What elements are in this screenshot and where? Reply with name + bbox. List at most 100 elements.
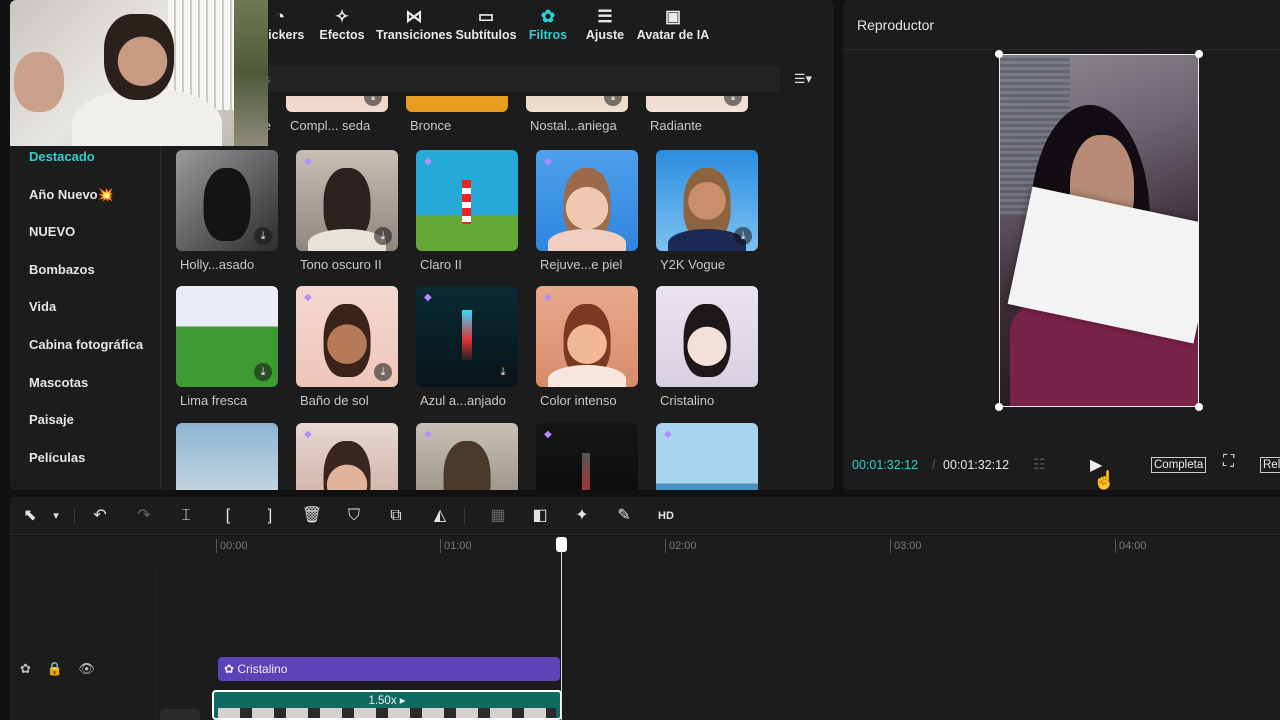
ruler-label: 01:00 <box>444 540 472 552</box>
sidebar-item-paisaje[interactable]: Paisaje <box>10 403 160 441</box>
filter-card-holly[interactable]: ⤓ Holly...asado <box>176 150 278 272</box>
mouse-cursor-icon: ☝ <box>1093 470 1116 490</box>
search-input[interactable]: s <box>260 66 780 92</box>
split-icon[interactable]: ⌶ <box>174 504 198 528</box>
redo-icon[interactable]: ↷ <box>132 504 156 528</box>
adjust-icon: ☰ <box>597 7 613 26</box>
tab-filtros[interactable]: ✿ Filtros <box>522 6 574 48</box>
tab-ajuste[interactable]: ☰ Ajuste <box>580 6 630 48</box>
resize-handle[interactable] <box>1195 50 1203 58</box>
filter-card[interactable]: ⤓ Radiante <box>646 96 748 133</box>
sidebar-item-mascotas[interactable]: Mascotas <box>10 366 160 404</box>
undo-icon[interactable]: ↶ <box>88 504 112 528</box>
tab-avatar-ia[interactable]: ▣ Avatar de IA <box>636 6 710 48</box>
ruler-label: 00:00 <box>220 540 248 552</box>
filter-card-color-intenso[interactable]: ◆ Color intenso <box>536 286 638 408</box>
remove-background-icon[interactable]: ▦ <box>486 504 510 528</box>
track-header <box>10 568 156 720</box>
crop-icon[interactable]: ⧉ <box>384 504 408 528</box>
lock-icon[interactable]: 🔒 <box>47 661 63 676</box>
chevron-down-icon[interactable]: ▾ <box>44 504 68 528</box>
filter-card[interactable]: ◆ <box>416 423 518 490</box>
screenshot-icon[interactable]: ⛶ <box>1223 453 1234 471</box>
filter-card[interactable]: ◆ <box>536 423 638 490</box>
tab-efectos[interactable]: ✧ Efectos <box>312 6 372 48</box>
category-tabbar: ◔ Stickers ✧ Efectos ⋈ Transiciones ▭ Su… <box>250 0 834 52</box>
select-tool-icon[interactable]: ⬉ <box>18 504 42 528</box>
filter-card[interactable]: ◆ <box>656 423 758 490</box>
filter-card-y2k[interactable]: ⤓ Y2K Vogue <box>656 150 758 272</box>
sidebar-item-vida[interactable]: Vida <box>10 290 160 328</box>
resize-handle[interactable] <box>995 403 1003 411</box>
sort-filter-icon[interactable]: ☰▾ <box>786 66 820 92</box>
ai-effect-icon[interactable]: ✦ <box>570 504 594 528</box>
ruler-label: 02:00 <box>669 540 697 552</box>
premium-gem-icon: ◆ <box>664 429 672 440</box>
video-preview[interactable] <box>999 54 1199 407</box>
hd-icon[interactable]: HD <box>654 504 678 528</box>
video-editor-app: ◔ Stickers ✧ Efectos ⋈ Transiciones ▭ Su… <box>0 0 1280 720</box>
filters-icon: ✿ <box>540 7 556 26</box>
sidebar-item-bombazos[interactable]: Bombazos <box>10 253 160 291</box>
sidebar-item-cabina[interactable]: Cabina fotográfica <box>10 328 160 366</box>
download-icon[interactable]: ⤓ <box>364 96 382 106</box>
magic-wand-icon[interactable]: ✎ <box>612 504 636 528</box>
delete-icon[interactable]: 🗑 <box>300 504 324 528</box>
playhead[interactable] <box>561 542 562 720</box>
download-icon[interactable]: ⤓ <box>494 363 512 381</box>
video-clip[interactable]: 1.50x ▸ <box>212 690 562 720</box>
download-icon[interactable]: ⤓ <box>724 96 742 106</box>
filter-card[interactable]: ◆ <box>296 423 398 490</box>
timeline-toolbar: ⬉ ▾ ↶ ↷ ⌶ [ ] 🗑 ⛉ ⧉ ◭ ▦ ◧ ✦ ✎ HD <box>10 497 1280 535</box>
filter-card-lima[interactable]: ⤓ Lima fresca <box>176 286 278 408</box>
tab-subtitulos[interactable]: ▭ Subtítulos <box>454 6 518 48</box>
filter-card-bano-sol[interactable]: ◆ ⤓ Baño de sol <box>296 286 398 408</box>
fullscreen-button[interactable]: Completa <box>1151 457 1207 473</box>
filter-card[interactable]: ⤓ Compl... seda <box>286 96 388 133</box>
total-time: 00:01:32:12 <box>943 458 1010 472</box>
premium-gem-icon: ◆ <box>304 429 312 440</box>
aspect-ratio-button[interactable]: Rela <box>1260 457 1280 473</box>
resize-handle[interactable] <box>995 50 1003 58</box>
sidebar-item-ano-nuevo[interactable]: Año Nuevo💥 <box>10 178 160 216</box>
filter-card-claro[interactable]: ◆ Claro II <box>416 150 518 272</box>
eye-icon[interactable]: 👁 <box>78 661 95 676</box>
playhead-handle[interactable] <box>556 537 567 552</box>
trim-right-icon[interactable]: ] <box>258 504 282 528</box>
track-controls: ✿ 🔒 👁 <box>20 661 107 677</box>
premium-gem-icon: ◆ <box>424 156 432 167</box>
download-icon[interactable]: ⤓ <box>374 363 392 381</box>
current-time: 00:01:32:12 <box>852 458 919 472</box>
premium-gem-icon: ◆ <box>544 292 552 303</box>
filter-grid: ⤓ te ⤓ Compl... seda Bronce ⤓ Nostal...a… <box>160 96 834 490</box>
sidebar-item-nuevo[interactable]: NUEVO <box>10 215 160 253</box>
download-icon[interactable]: ⤓ <box>374 227 392 245</box>
premium-gem-icon: ◆ <box>544 156 552 167</box>
filter-card-rejuvenecer[interactable]: ◆ Rejuve...e piel <box>536 150 638 272</box>
download-icon[interactable]: ⤓ <box>254 363 272 381</box>
premium-gem-icon: ◆ <box>424 429 432 440</box>
filter-clip-icon: ✿ <box>224 662 238 676</box>
trim-left-icon[interactable]: [ <box>216 504 240 528</box>
subtitles-icon: ▭ <box>477 7 495 26</box>
filter-card[interactable]: Bronce <box>406 96 508 133</box>
filter-card[interactable]: ⤓ Nostal...aniega <box>526 96 628 133</box>
sidebar-item-peliculas[interactable]: Películas <box>10 441 160 479</box>
filter-card-tono-oscuro[interactable]: ◆ ⤓ Tono oscuro II <box>296 150 398 272</box>
mirror-icon[interactable]: ◭ <box>428 504 452 528</box>
tab-transiciones[interactable]: ⋈ Transiciones <box>376 6 452 48</box>
filter-clip[interactable]: ✿ Cristalino <box>218 657 560 681</box>
premium-gem-icon: ◆ <box>544 429 552 440</box>
mask-icon[interactable]: ⛉ <box>342 504 366 528</box>
filter-card[interactable] <box>176 423 278 490</box>
timeline-area: 00:00 01:00 02:00 03:00 04:00 ✿ 🔒 👁 ✿ Cr… <box>10 536 1280 720</box>
download-icon[interactable]: ⤓ <box>604 96 622 106</box>
collapse-track-button[interactable] <box>160 709 200 720</box>
audio-split-icon[interactable]: ◧ <box>528 504 552 528</box>
filter-card-azul-anaranjado[interactable]: ◆ ⤓ Azul a...anjado <box>416 286 518 408</box>
resize-handle[interactable] <box>1195 403 1203 411</box>
grid-icon[interactable]: ☷ <box>1033 456 1046 473</box>
download-icon[interactable]: ⤓ <box>254 227 272 245</box>
filter-card-cristalino[interactable]: Cristalino <box>656 286 758 408</box>
download-icon[interactable]: ⤓ <box>734 227 752 245</box>
